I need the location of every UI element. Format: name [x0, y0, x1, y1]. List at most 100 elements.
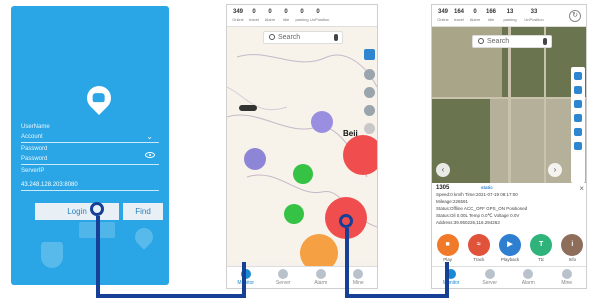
cluster-icon[interactable] — [364, 123, 375, 134]
refresh-icon[interactable]: ↻ — [569, 10, 581, 22]
connector-line — [242, 262, 246, 298]
server-input[interactable]: 43.248.128.203:8080 — [21, 182, 78, 188]
server-icon — [484, 269, 495, 279]
stat-online[interactable]: 349 Online — [230, 5, 246, 26]
text-icon: T — [530, 234, 553, 256]
cluster-marker[interactable] — [244, 148, 266, 170]
connector-start-ring — [339, 214, 353, 228]
stat-travel[interactable]: 0 travel — [246, 5, 262, 26]
alarm-icon — [523, 269, 534, 279]
locate-icon[interactable] — [574, 114, 582, 122]
gear-icon[interactable] — [364, 69, 375, 80]
connector-line — [445, 262, 449, 298]
track-button[interactable]: ≈ Track — [467, 233, 490, 267]
layers-icon[interactable] — [364, 49, 375, 60]
alarm-icon — [315, 269, 326, 279]
playback-icon: ▶ — [498, 234, 521, 256]
user-icon — [561, 269, 572, 279]
info-row: Mileage:226591 — [436, 199, 469, 204]
next-arrow-icon[interactable]: › — [548, 163, 562, 177]
locate-icon[interactable] — [364, 105, 375, 116]
satellite-screen: 349 Online 164 travel 0 Alarm 166 Idle 13 par… — [431, 4, 587, 289]
search-bar[interactable]: Search — [472, 35, 552, 48]
stat-travel[interactable]: 164 travel — [451, 5, 467, 26]
search-bar[interactable]: Search — [263, 31, 343, 44]
tab-server[interactable]: Server — [471, 267, 510, 288]
stat-idle[interactable]: 0 Idle — [278, 5, 294, 26]
search-icon — [269, 34, 275, 40]
cluster-marker[interactable] — [284, 204, 304, 224]
microphone-icon[interactable] — [543, 38, 547, 45]
cluster-marker[interactable] — [343, 135, 377, 175]
traffic-icon[interactable] — [364, 87, 375, 98]
shield-icon — [41, 242, 63, 268]
vehicle-info-panel: 1305 static × Speed:0 km/h Time:2021-07-… — [432, 183, 586, 234]
cluster-marker[interactable] — [293, 164, 313, 184]
server-icon — [278, 269, 289, 279]
status-summary: 349 Online 164 travel 0 Alarm 166 Idle 13 par… — [432, 5, 586, 27]
info-row: Speed:0 km/h Time:2021-07-19 08:17:00 — [436, 192, 518, 197]
username-label: UserName — [21, 124, 50, 130]
stat-unposition[interactable]: 33 UnPosition — [521, 5, 547, 26]
account-underline — [21, 142, 159, 143]
search-icon — [478, 38, 484, 44]
tab-mine[interactable]: Mine — [548, 267, 587, 288]
connector-line — [96, 216, 100, 298]
traffic-icon[interactable] — [574, 100, 582, 108]
video-icon: ■ — [436, 234, 459, 256]
stat-online[interactable]: 349 Online — [435, 5, 451, 26]
server-label: ServerIP — [21, 168, 45, 174]
cluster-map[interactable]: Search Beij ‹ 地图数据 ©2022 高德软件 GS京(2022) — [227, 27, 377, 281]
login-button[interactable]: Login — [35, 203, 119, 220]
car-info-icon: i — [561, 234, 584, 256]
stat-parking[interactable]: 13 parking — [499, 5, 521, 26]
info-row: Status:Offline ACC_OFF GPS_ON Positioned — [436, 206, 528, 211]
tab-alarm[interactable]: Alarm — [302, 267, 340, 288]
user-icon — [353, 269, 364, 279]
info-row: Address:39.950226,116.294263 — [436, 220, 500, 225]
chevron-down-icon[interactable]: ⌄ — [146, 132, 153, 141]
find-button[interactable]: Find — [123, 203, 163, 220]
close-icon[interactable]: × — [579, 184, 584, 193]
road — [544, 27, 546, 183]
prev-arrow-icon[interactable]: ‹ — [436, 163, 450, 177]
info-button[interactable]: i Info — [561, 233, 584, 267]
stat-idle[interactable]: 166 Idle — [483, 5, 499, 26]
map-screen: 349 Online 0 travel 0 Alarm 0 Idle 0 parking … — [226, 4, 378, 289]
fence-icon[interactable] — [574, 128, 582, 136]
gear-icon[interactable] — [574, 86, 582, 94]
playback-button[interactable]: ▶ Playback — [498, 233, 521, 267]
stat-alarm[interactable]: 0 Alarm — [467, 5, 483, 26]
tab-alarm[interactable]: Alarm — [509, 267, 548, 288]
microphone-icon[interactable] — [334, 34, 338, 41]
stat-alarm[interactable]: 0 Alarm — [262, 5, 278, 26]
layers-icon[interactable] — [574, 72, 582, 80]
map-tools — [571, 67, 585, 183]
road — [508, 27, 511, 183]
status-summary: 349 Online 0 travel 0 Alarm 0 Idle 0 parking … — [227, 5, 377, 27]
cluster-marker[interactable] — [311, 111, 333, 133]
ttc-button[interactable]: T Ttc — [530, 233, 553, 267]
tab-monitor[interactable]: Monitor — [432, 267, 471, 288]
tab-server[interactable]: Server — [265, 267, 303, 288]
satellite-map[interactable]: Search ‹ › — [432, 27, 586, 183]
password-input[interactable]: Password — [21, 156, 159, 162]
bottom-tab-bar: Monitor Server Alarm Mine — [432, 266, 586, 288]
stat-parking[interactable]: 0 parking — [294, 5, 310, 26]
server-underline — [21, 190, 159, 191]
action-bar: ■ Play ≈ Track ▶ Playback T Ttc i Info — [432, 233, 586, 267]
eye-icon[interactable] — [145, 152, 155, 158]
account-input[interactable]: Account — [21, 134, 159, 140]
location-pin-icon — [131, 224, 157, 250]
stat-unposition[interactable]: 0 UnPosition — [310, 5, 329, 26]
track-icon: ≈ — [467, 234, 490, 256]
status-badge: static — [481, 185, 493, 190]
car-icon — [92, 93, 105, 103]
connector-line — [345, 294, 449, 298]
satellite-toggle-icon[interactable] — [574, 142, 582, 150]
info-row: Status:Oil 0.00L Temp 0.0℃ Voltage 0.0V — [436, 213, 520, 218]
connector-line — [96, 294, 246, 298]
road — [432, 97, 586, 99]
connector-start-ring — [90, 202, 104, 216]
login-screen: UserName Account ⌄ Password Password Ser… — [11, 6, 169, 285]
